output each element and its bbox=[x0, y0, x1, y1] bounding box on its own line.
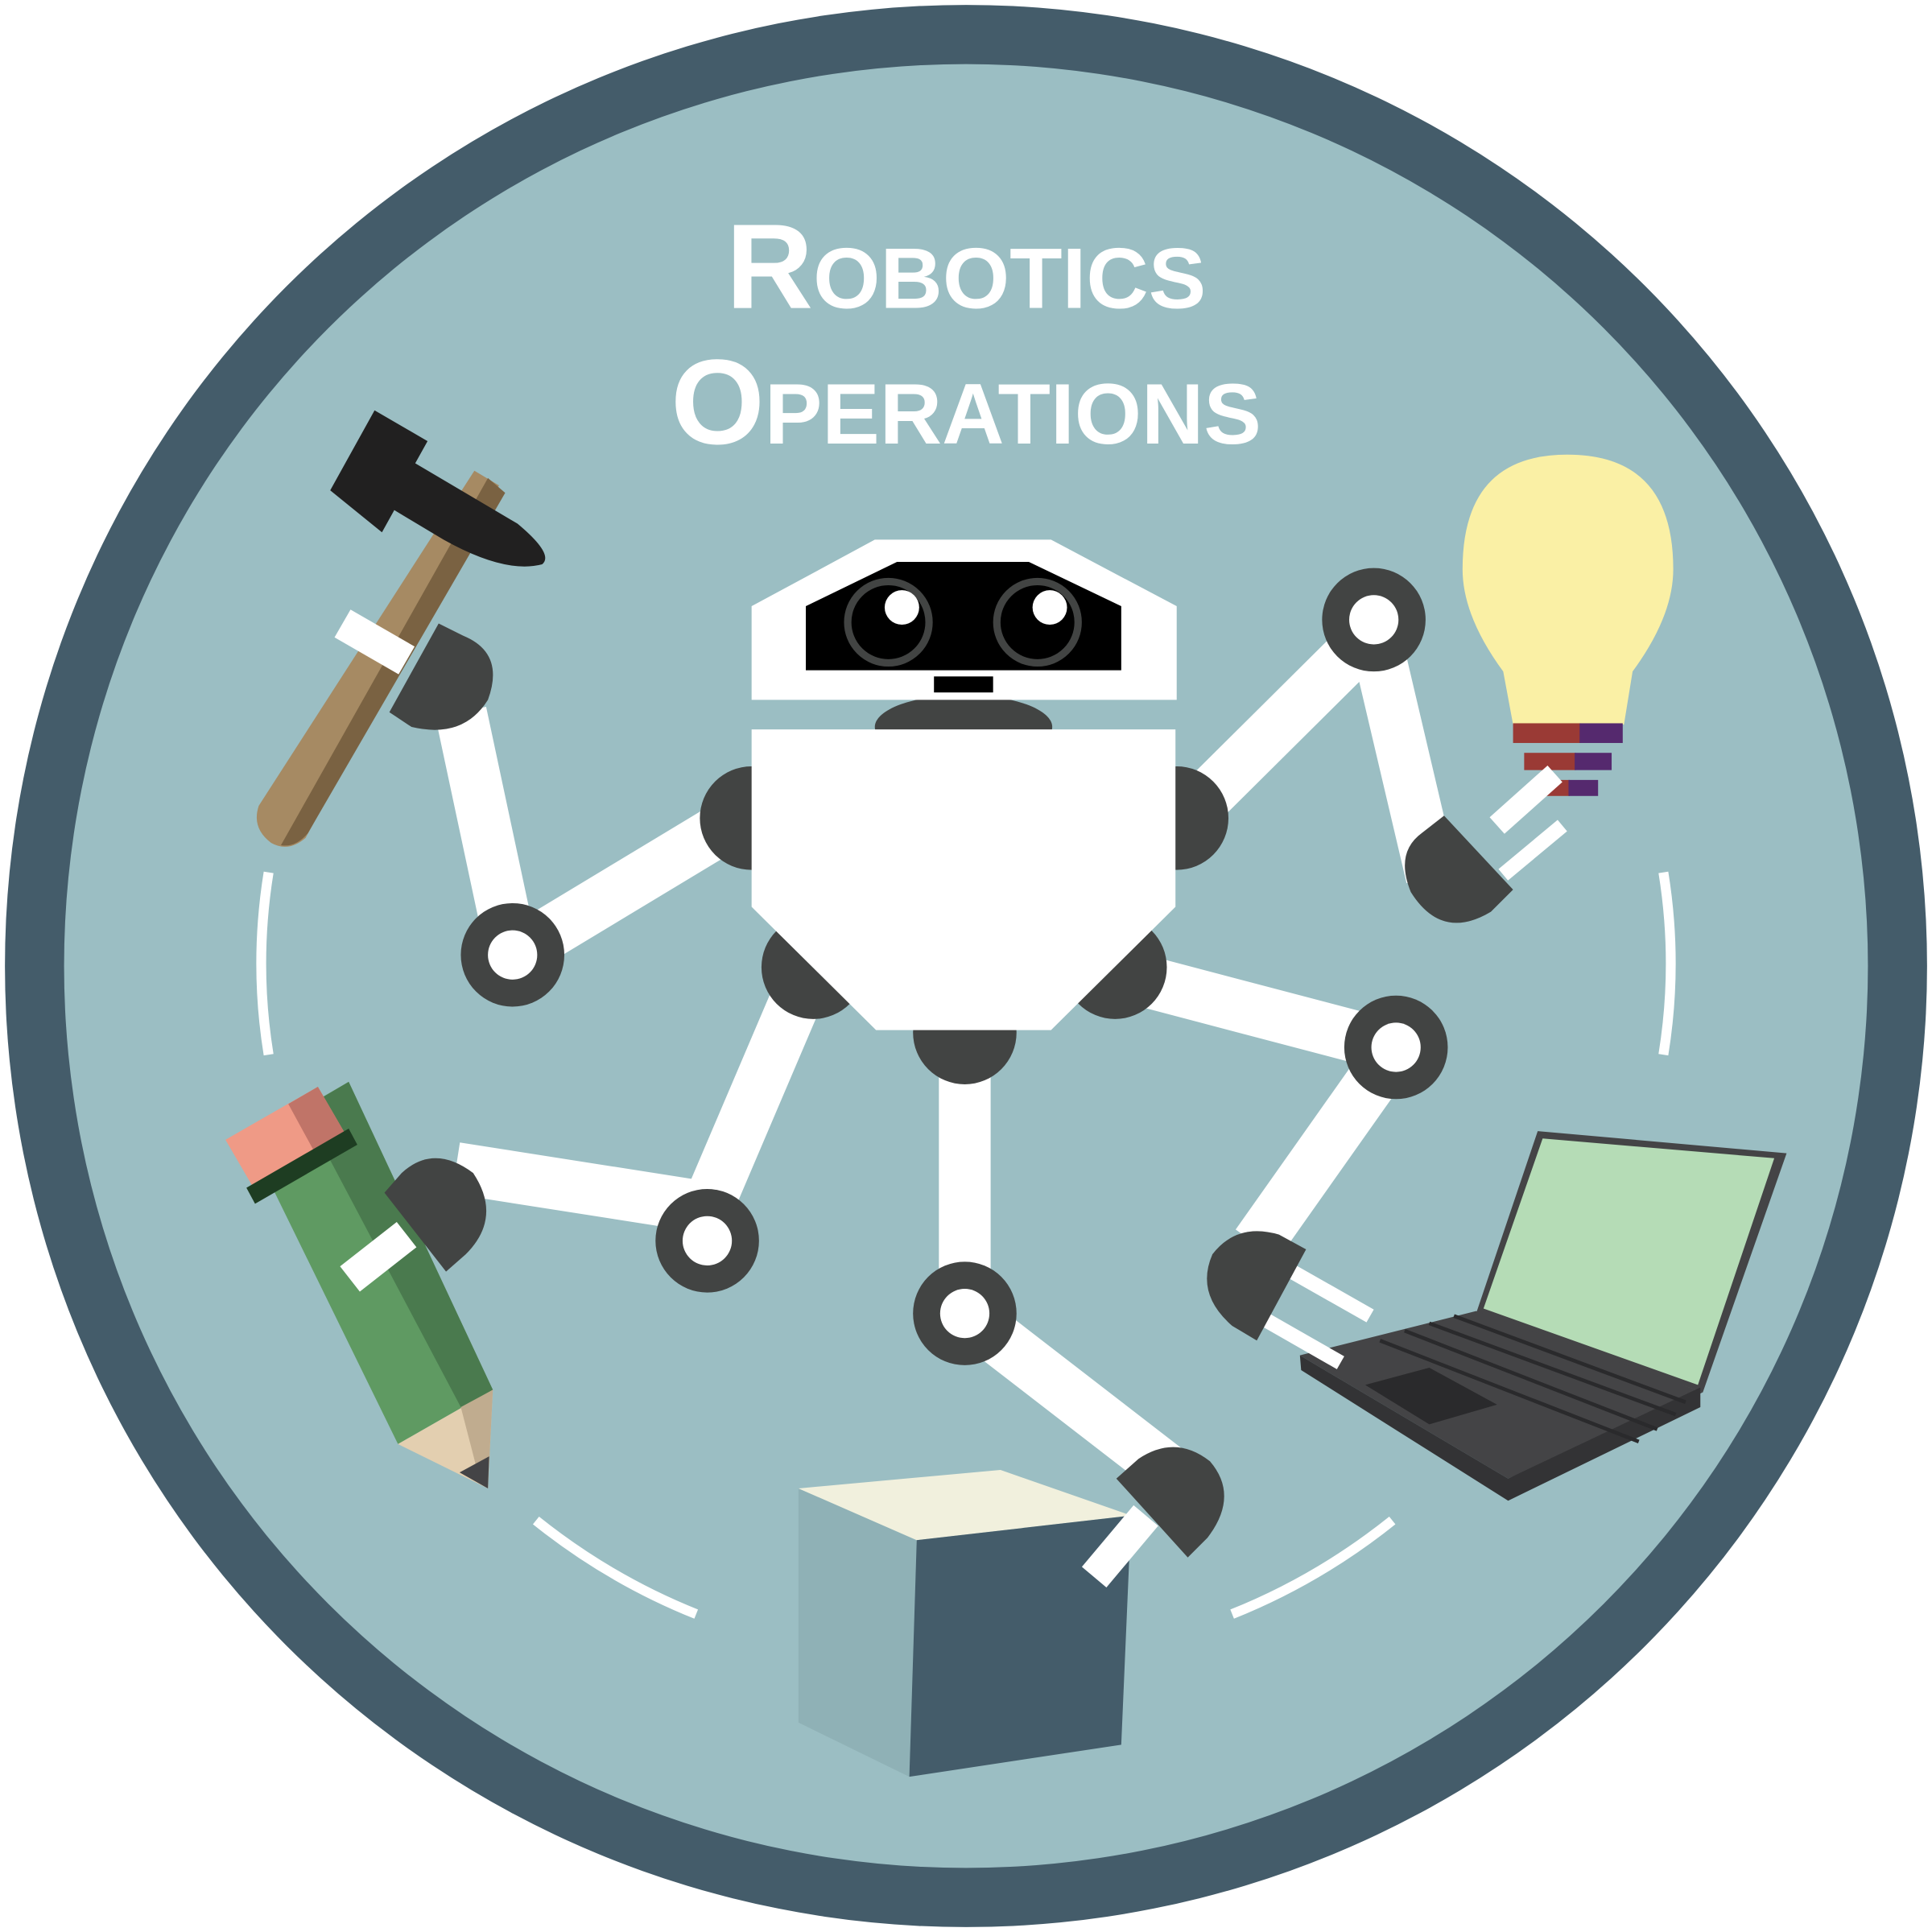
robotics-operations-badge: ROBOTICS OPERATIONS bbox=[5, 5, 1927, 1927]
robot-icon bbox=[751, 539, 1177, 1030]
cube-icon bbox=[798, 1470, 1132, 1777]
robot-mouth bbox=[934, 676, 993, 693]
